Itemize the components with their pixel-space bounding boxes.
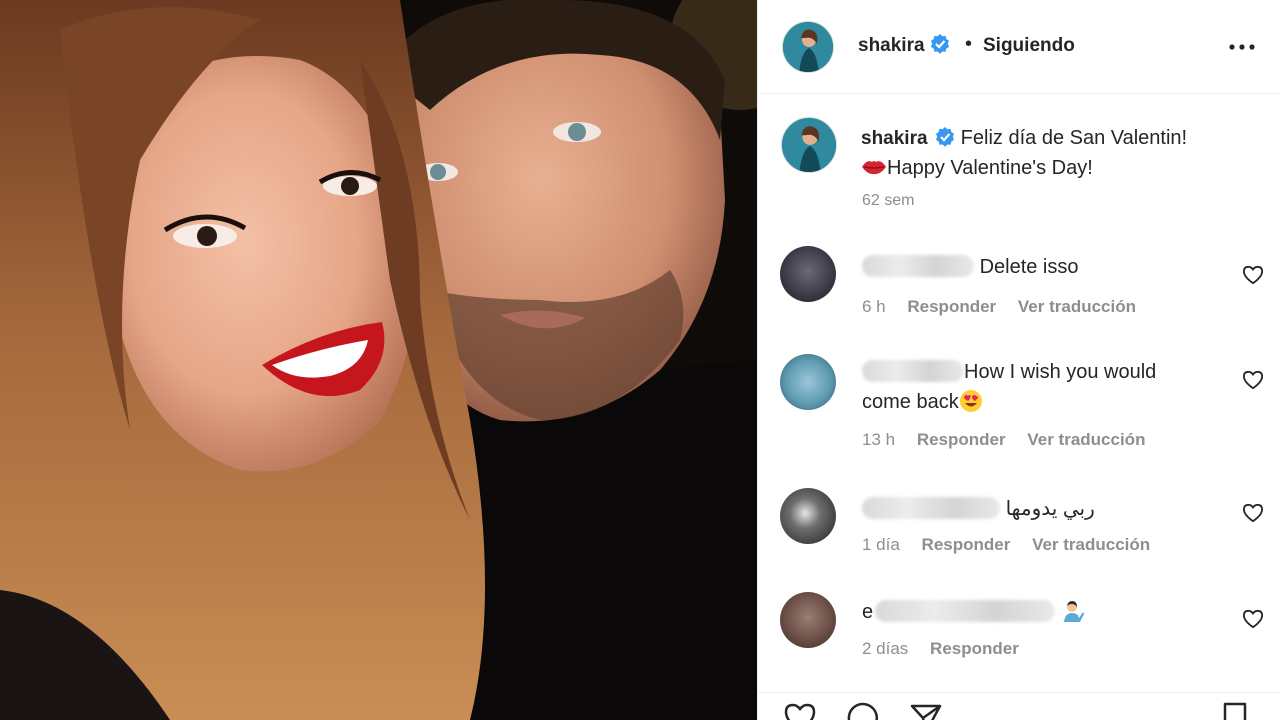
selfie-image	[0, 0, 757, 720]
reply-button[interactable]: Responder	[922, 535, 1011, 554]
comment-body-line-2: come back	[862, 391, 959, 413]
verified-badge-icon	[930, 34, 949, 54]
caption-line-2: Happy Valentine's Day!	[887, 157, 1093, 179]
comment-body: Delete isso	[979, 256, 1079, 278]
comment-body: ربي يدومها	[1005, 498, 1095, 520]
heart-eyes-icon	[959, 390, 982, 412]
comment-meta: 2 días Responder	[862, 639, 1036, 659]
post-details-pane: shakira • Siguiendo shakira Feliz día de…	[757, 0, 1280, 720]
comment-time[interactable]: 13 h	[862, 430, 895, 449]
caption-username[interactable]: shakira	[861, 128, 928, 149]
like-icon[interactable]	[783, 701, 817, 720]
comment-time[interactable]: 1 día	[862, 535, 900, 554]
reply-button[interactable]: Responder	[907, 297, 996, 316]
person-tipping-hand-icon	[1063, 601, 1084, 622]
comment-text: Delete isso	[862, 252, 1202, 282]
comment-meta: 13 h Responder Ver traducción	[862, 430, 1162, 450]
username-text[interactable]: shakira	[858, 35, 925, 56]
post-caption: shakira Feliz día de San Valentin!	[861, 123, 1241, 154]
comment-avatar[interactable]	[780, 354, 836, 410]
comment-body: e	[862, 601, 874, 623]
post-action-bar	[758, 692, 1280, 720]
author-avatar[interactable]	[782, 21, 834, 73]
verified-badge-icon	[936, 127, 955, 147]
post-photo[interactable]	[0, 0, 757, 720]
comment-time[interactable]: 2 días	[862, 639, 908, 658]
comment-text: How I wish you would come back	[862, 357, 1202, 417]
see-translation-button[interactable]: Ver traducción	[1032, 535, 1150, 554]
comment-meta: 6 h Responder Ver traducción	[862, 297, 1153, 317]
kiss-lips-icon	[862, 161, 886, 175]
comment-time[interactable]: 6 h	[862, 297, 886, 316]
reply-button[interactable]: Responder	[917, 430, 1006, 449]
save-bookmark-icon[interactable]	[1218, 701, 1252, 720]
see-translation-button[interactable]: Ver traducción	[1018, 297, 1136, 316]
caption-author-avatar[interactable]	[781, 117, 837, 173]
comment-meta: 1 día Responder Ver traducción	[862, 535, 1167, 555]
like-heart-icon[interactable]	[1242, 609, 1264, 629]
separator-dot: •	[965, 33, 973, 55]
author-username[interactable]: shakira	[858, 34, 950, 57]
comment-body-line-1: How I wish you would	[964, 361, 1157, 383]
caption-timestamp[interactable]: 62 sem	[862, 192, 914, 210]
like-heart-icon[interactable]	[1242, 370, 1264, 390]
comment-text: ربي يدومها	[862, 494, 1202, 524]
like-heart-icon[interactable]	[1242, 265, 1264, 285]
blurred-username[interactable]	[862, 360, 964, 382]
comment-avatar[interactable]	[780, 592, 836, 648]
caption-line-2-wrap: Happy Valentine's Day!	[861, 153, 1093, 183]
caption-line-1: Feliz día de San Valentin!	[960, 127, 1188, 149]
more-options-icon[interactable]	[1227, 35, 1257, 59]
reply-button[interactable]: Responder	[930, 639, 1019, 658]
blurred-username[interactable]	[862, 255, 974, 277]
share-icon[interactable]	[909, 701, 943, 720]
comment-text: e	[862, 597, 1202, 627]
see-translation-button[interactable]: Ver traducción	[1027, 430, 1145, 449]
following-button[interactable]: Siguiendo	[983, 35, 1075, 57]
comment-icon[interactable]	[846, 701, 880, 720]
like-heart-icon[interactable]	[1242, 503, 1264, 523]
blurred-username[interactable]	[875, 600, 1056, 622]
comment-avatar[interactable]	[780, 488, 836, 544]
post-header: shakira • Siguiendo	[758, 0, 1280, 94]
comment-avatar[interactable]	[780, 246, 836, 302]
blurred-username[interactable]	[862, 497, 1000, 519]
